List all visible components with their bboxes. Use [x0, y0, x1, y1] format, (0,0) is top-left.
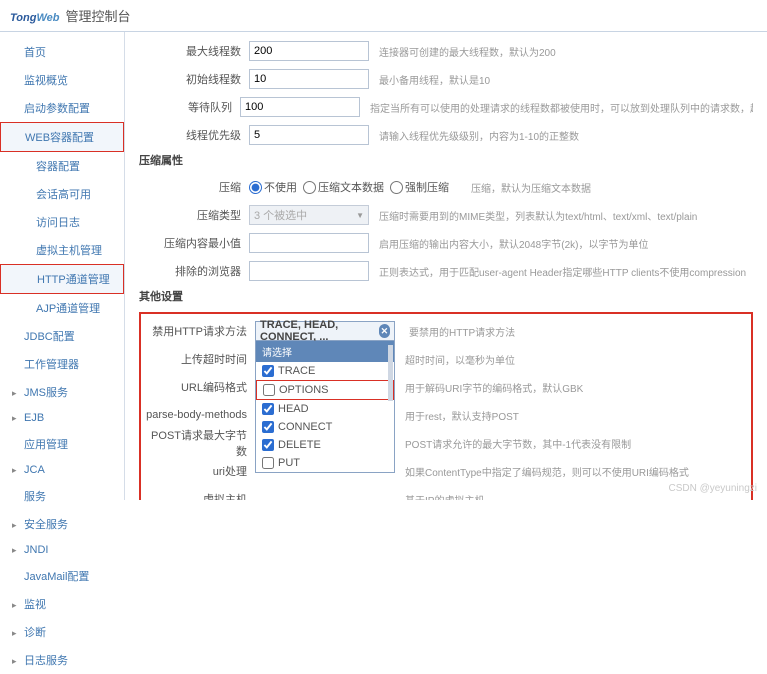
nav-appmgr[interactable]: 应用管理: [0, 430, 124, 458]
nav-startup[interactable]: 启动参数配置: [0, 94, 124, 122]
highlighted-box: 禁用HTTP请求方法 TRACE, HEAD, CONNECT, ...✕ 请选…: [139, 312, 753, 500]
dd-item-trace[interactable]: TRACE: [256, 362, 394, 380]
nav-mon2[interactable]: 监视: [0, 590, 124, 618]
input-compress-min[interactable]: [249, 233, 369, 253]
hint-uri: 如果ContentType中指定了编码规范，则可以不使用URI编码格式: [405, 464, 689, 479]
label-timeout: 上传超时时间: [145, 351, 255, 367]
input-max-threads[interactable]: [249, 41, 369, 61]
label-vhost: 虚拟主机: [145, 491, 255, 500]
nav-security[interactable]: 安全服务: [0, 510, 124, 538]
nav-jdbc[interactable]: JDBC配置: [0, 322, 124, 350]
nav-httpchannel[interactable]: HTTP通道管理: [0, 264, 124, 294]
hint-vhost: 基于IP的虚拟主机: [405, 492, 484, 501]
hint-compress-type: 压缩时需要用到的MIME类型，列表默认为text/html、text/xml、t…: [379, 208, 697, 223]
select-compress-type[interactable]: 3 个被选中▼: [249, 205, 369, 225]
label-disable-http: 禁用HTTP请求方法: [145, 323, 255, 339]
hint-disable-http: 要禁用的HTTP请求方法: [409, 324, 515, 339]
watermark: CSDN @yeyuningzi: [668, 483, 757, 494]
nav-webcontainer[interactable]: WEB容器配置: [0, 122, 124, 152]
brand-logo: TongWeb: [10, 5, 60, 26]
dd-item-connect[interactable]: CONNECT: [256, 418, 394, 436]
hint-compress-min: 启用压缩的输出内容大小，默认2048字节(2k)，以字节为单位: [379, 236, 648, 251]
hint-encoding: 用于解码URI字节的编码格式，默认GBK: [405, 380, 583, 395]
nav-jca[interactable]: JCA: [0, 458, 124, 482]
dd-item-options[interactable]: OPTIONS: [256, 380, 394, 400]
input-priority[interactable]: [249, 125, 369, 145]
nav-javamail[interactable]: JavaMail配置: [0, 562, 124, 590]
nav-ejb[interactable]: EJB: [0, 406, 124, 430]
nav-jndi[interactable]: JNDI: [0, 538, 124, 562]
hint-compress-exclude: 正则表达式，用于匹配user-agent Header指定哪些HTTP clie…: [379, 264, 746, 279]
nav-container[interactable]: 容器配置: [0, 152, 124, 180]
hint-max-threads: 连接器可创建的最大线程数，默认为200: [379, 44, 556, 59]
hint-init-threads: 最小备用线程，默认是10: [379, 72, 490, 87]
hint-parsebody: 用于rest，默认支持POST: [405, 408, 519, 423]
label-parsebody: parse-body-methods: [145, 409, 255, 421]
label-compress-type: 压缩类型: [139, 207, 249, 223]
clear-icon[interactable]: ✕: [379, 324, 390, 338]
dd-item-delete[interactable]: DELETE: [256, 436, 394, 454]
radio-compress-force[interactable]: [390, 181, 403, 194]
hint-maxpost: POST请求允许的最大字节数，其中-1代表没有限制: [405, 436, 631, 451]
main-content: 最大线程数 连接器可创建的最大线程数，默认为200 初始线程数 最小备用线程，默认是…: [125, 32, 767, 500]
hint-priority: 请输入线程优先级级别，内容为1-10的正整数: [379, 128, 579, 143]
dropdown-prompt: 请选择: [256, 341, 394, 362]
label-uri: uri处理: [145, 463, 255, 479]
nav-service[interactable]: 服务: [0, 482, 124, 510]
input-compress-exclude[interactable]: [249, 261, 369, 281]
nav-logservice[interactable]: 日志服务: [0, 646, 124, 674]
nav-workmgr[interactable]: 工作管理器: [0, 350, 124, 378]
nav-session[interactable]: 会话高可用: [0, 180, 124, 208]
header-title: 管理控制台: [66, 6, 131, 25]
label-priority: 线程优先级: [139, 127, 249, 143]
nav-accesslog[interactable]: 访问日志: [0, 208, 124, 236]
hint-queue: 指定当所有可以使用的处理请求的线程数都被使用时，可以放到处理队列中的请求数，超过…: [370, 100, 753, 115]
nav-jms[interactable]: JMS服务: [0, 378, 124, 406]
input-init-threads[interactable]: [249, 69, 369, 89]
nav-diag[interactable]: 诊断: [0, 618, 124, 646]
scrollbar[interactable]: [388, 345, 393, 401]
chevron-down-icon: ▼: [356, 211, 364, 220]
label-compress: 压缩: [139, 179, 249, 195]
dd-item-head[interactable]: HEAD: [256, 400, 394, 418]
label-encoding: URL编码格式: [145, 379, 255, 395]
label-max-threads: 最大线程数: [139, 43, 249, 59]
input-queue[interactable]: [240, 97, 360, 117]
nav-monitor[interactable]: 监视概览: [0, 66, 124, 94]
label-maxpost: POST请求最大字节数: [145, 427, 255, 459]
sidebar: 首页 监视概览 启动参数配置 WEB容器配置 容器配置 会话高可用 访问日志 虚…: [0, 32, 125, 500]
label-compress-min: 压缩内容最小值: [139, 235, 249, 251]
label-init-threads: 初始线程数: [139, 71, 249, 87]
radio-compress-text[interactable]: [303, 181, 316, 194]
nav-vhost[interactable]: 虚拟主机管理: [0, 236, 124, 264]
dd-item-put[interactable]: PUT: [256, 454, 394, 472]
section-compress: 压缩属性: [139, 152, 753, 168]
multiselect-disable-http[interactable]: TRACE, HEAD, CONNECT, ...✕ 请选择 TRACE OPT…: [255, 321, 395, 341]
nav-home[interactable]: 首页: [0, 38, 124, 66]
label-compress-exclude: 排除的浏览器: [139, 263, 249, 279]
nav-ajpchannel[interactable]: AJP通道管理: [0, 294, 124, 322]
section-other: 其他设置: [139, 288, 753, 304]
hint-timeout: 超时时间，以毫秒为单位: [405, 352, 515, 367]
dropdown-methods: 请选择 TRACE OPTIONS HEAD CONNECT DELETE PU…: [255, 341, 395, 473]
radio-compress-none[interactable]: [249, 181, 262, 194]
hint-compress: 压缩，默认为压缩文本数据: [471, 180, 591, 195]
label-queue: 等待队列: [139, 99, 240, 115]
header: TongWeb 管理控制台: [0, 0, 767, 32]
